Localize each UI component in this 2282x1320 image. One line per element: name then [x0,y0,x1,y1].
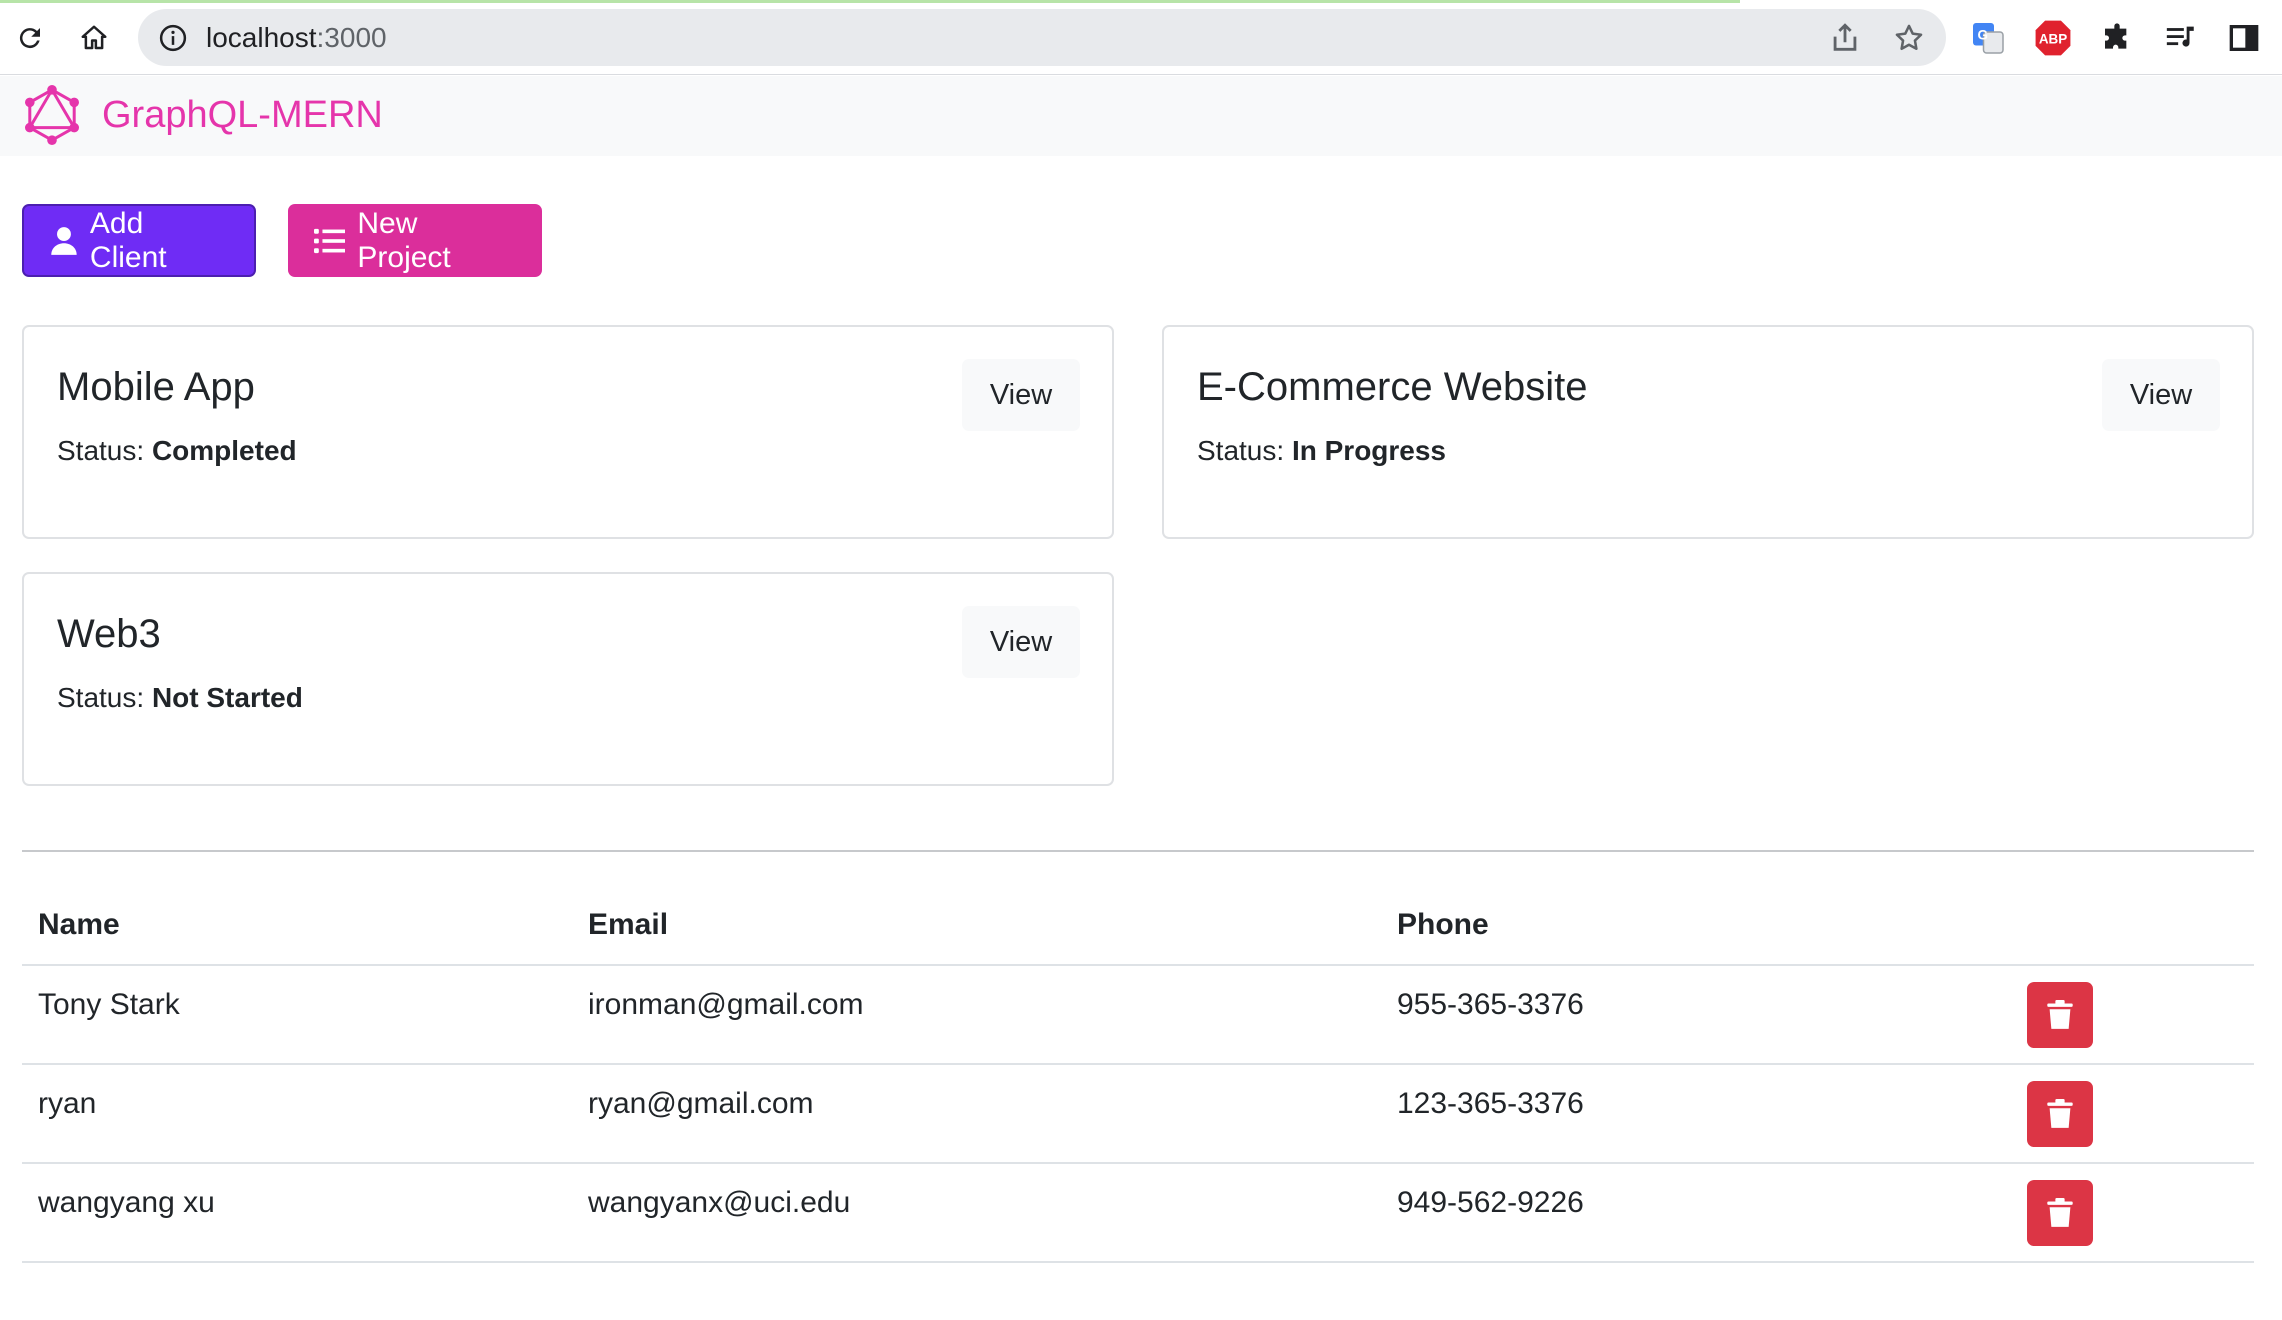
trash-icon [2047,1099,2073,1128]
google-translate-icon[interactable]: G [1968,18,2008,58]
graphql-logo-icon [25,85,79,145]
header-phone: Phone [1397,908,1489,941]
new-project-button[interactable]: New Project [288,204,542,277]
client-phone: 955-365-3376 [1397,988,1584,1021]
view-project-button[interactable]: View [962,359,1080,431]
client-email: ryan@gmail.com [588,1087,814,1120]
status-value: Completed [151,435,297,466]
delete-client-button[interactable] [2027,1081,2093,1147]
trash-icon [2047,1000,2073,1029]
project-card: Web3 Status: Not Started View [22,572,1114,786]
header-name: Name [38,908,120,941]
delete-client-button[interactable] [2027,1180,2093,1246]
url-host: localhost [206,22,317,53]
svg-text:G: G [1978,28,1989,43]
status-label: Status: [57,435,145,466]
url-port: :3000 [316,22,387,53]
project-card: E-Commerce Website Status: In Progress V… [1162,325,2254,539]
header-email: Email [588,908,669,941]
user-icon [51,226,77,255]
delete-client-button[interactable] [2027,982,2093,1048]
page-load-progress [0,0,1740,3]
client-name: wangyang xu [38,1186,215,1219]
table-header: Name Email Phone [22,888,2254,966]
client-email: ironman@gmail.com [588,988,864,1021]
home-icon[interactable] [74,18,114,58]
view-project-button[interactable]: View [2102,359,2220,431]
table-row: wangyang xu wangyanx@uci.edu 949-562-922… [22,1164,2254,1263]
list-icon [314,228,346,253]
reload-icon[interactable] [10,18,50,58]
brand-title: GraphQL-MERN [102,94,383,136]
extensions-icon[interactable] [2097,18,2137,58]
share-icon[interactable] [1828,21,1862,55]
trash-icon [2047,1198,2073,1227]
project-status: Status: Not Started [57,682,303,714]
media-icon[interactable] [2161,18,2201,58]
project-title: Mobile App [57,365,255,409]
brand-link[interactable]: GraphQL-MERN [22,84,383,146]
client-email: wangyanx@uci.edu [588,1186,851,1219]
client-name: Tony Stark [38,988,180,1021]
status-label: Status: [57,682,145,713]
project-title: Web3 [57,612,161,656]
address-bar[interactable]: localhost:3000 [138,9,1946,66]
info-icon[interactable] [158,23,188,53]
status-label: Status: [1197,435,1285,466]
adblock-icon[interactable]: ABP [2033,18,2073,58]
add-client-button[interactable]: Add Client [22,204,256,277]
side-panel-icon[interactable] [2224,18,2264,58]
adblock-label: ABP [2039,32,2067,47]
table-row: ryan ryan@gmail.com 123-365-3376 [22,1065,2254,1164]
status-value: Not Started [151,682,303,713]
clients-table: Name Email Phone Tony Stark ironman@gmai… [22,888,2254,1263]
client-name: ryan [38,1087,97,1120]
client-phone: 949-562-9226 [1397,1186,1584,1219]
table-row: Tony Stark ironman@gmail.com 955-365-337… [22,966,2254,1065]
project-title: E-Commerce Website [1197,365,1588,409]
section-divider [22,850,2254,852]
url-text[interactable]: localhost:3000 [206,21,387,55]
add-client-label: Add Client [89,206,167,274]
new-project-label: New Project [357,206,451,274]
project-status: Status: In Progress [1197,435,1446,467]
star-icon[interactable] [1892,21,1926,55]
browser-toolbar: localhost:3000 G ABP [0,0,2282,75]
project-status: Status: Completed [57,435,297,467]
status-value: In Progress [1291,435,1447,466]
app-navbar: GraphQL-MERN [0,76,2282,156]
view-project-button[interactable]: View [962,606,1080,678]
project-card: Mobile App Status: Completed View [22,325,1114,539]
client-phone: 123-365-3376 [1397,1087,1584,1120]
